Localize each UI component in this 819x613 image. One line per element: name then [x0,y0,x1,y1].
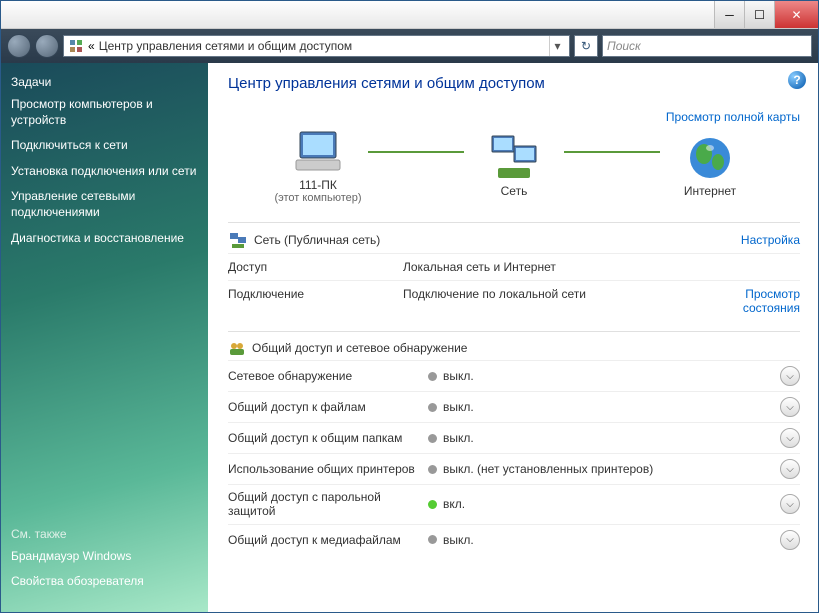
chevron-down-icon: ⌵ [786,433,794,444]
back-button[interactable] [7,34,31,58]
sharing-row-status: выкл. [428,533,780,547]
pc-sub-label: (этот компьютер) [274,192,361,204]
address-dropdown-button[interactable]: ▾ [549,36,565,56]
globe-icon [684,134,736,182]
connection-label: Подключение [228,287,403,301]
access-row: Доступ Локальная сеть и Интернет [228,253,800,280]
sidebar-item-diagnose[interactable]: Диагностика и восстановление [11,231,198,247]
sharing-row-status: вкл. [428,497,780,511]
sharing-row: Общий доступ к файламвыкл. ⌵ [228,391,800,422]
search-input[interactable]: Поиск [602,35,812,57]
network-small-icon [228,231,248,249]
diagram-node-internet: Интернет [650,134,770,198]
view-status-link[interactable]: Просмотр состояния [743,287,800,315]
chevron-down-icon: ⌵ [786,499,794,510]
navigation-bar: « Центр управления сетями и общим доступ… [1,29,818,63]
internet-label: Интернет [684,184,736,198]
sharing-row-status: выкл. [428,400,780,414]
location-icon [68,38,84,54]
tasks-header: Задачи [11,75,198,89]
sharing-row: Общий доступ с парольной защитойвкл. ⌵ [228,484,800,524]
chevron-down-icon: ⌵ [786,534,794,545]
sharing-row-label: Общий доступ к общим папкам [228,431,428,445]
sidebar-item-view-computers[interactable]: Просмотр компьютеров и устройств [11,97,198,128]
access-label: Доступ [228,260,403,274]
body: Задачи Просмотр компьютеров и устройств … [1,63,818,612]
connection-row: Подключение Подключение по локальной сет… [228,280,800,321]
see-also-header: См. также [11,527,198,541]
sharing-row: Общий доступ к общим папкамвыкл. ⌵ [228,422,800,453]
view-full-map-link[interactable]: Просмотр полной карты [666,110,800,124]
diagram-node-pc: 111-ПК (этот компьютер) [258,128,378,204]
sharing-icon [228,340,246,356]
sharing-row: Сетевое обнаружениевыкл. ⌵ [228,360,800,391]
sharing-row: Использование общих принтероввыкл. (нет … [228,453,800,484]
expand-button[interactable]: ⌵ [780,459,800,479]
sidebar-item-setup-connection[interactable]: Установка подключения или сети [11,164,198,180]
address-bar[interactable]: « Центр управления сетями и общим доступ… [63,35,570,57]
chevron-down-icon: ⌵ [786,464,794,475]
sharing-row-status: выкл. (нет установленных принтеров) [428,462,780,476]
expand-button[interactable]: ⌵ [780,366,800,386]
sharing-section-title: Общий доступ и сетевое обнаружение [252,341,467,355]
chevron-down-icon: ⌵ [786,402,794,413]
sharing-row-status: выкл. [428,369,780,383]
breadcrumb: Центр управления сетями и общим доступом [99,39,545,53]
content-area: ? Центр управления сетями и общим доступ… [208,63,818,612]
network-diagram: 111-ПК (этот компьютер) Сеть Интернет [228,128,800,212]
pc-name-label: 111-ПК [299,178,337,192]
sharing-row-label: Сетевое обнаружение [228,369,428,383]
network-label: Сеть [501,184,528,198]
sharing-section: Общий доступ и сетевое обнаружение Сетев… [228,331,800,555]
page-title: Центр управления сетями и общим доступом [228,75,800,92]
breadcrumb-prefix: « [88,39,95,53]
sidebar-item-internet-options[interactable]: Свойства обозревателя [11,574,198,590]
status-dot-icon [428,465,437,474]
maximize-button[interactable]: ☐ [744,1,774,28]
status-dot-icon [428,500,437,509]
sidebar-item-connect[interactable]: Подключиться к сети [11,138,198,154]
sharing-row-label: Общий доступ к медиафайлам [228,533,428,547]
access-value: Локальная сеть и Интернет [403,260,710,274]
expand-button[interactable]: ⌵ [780,397,800,417]
computer-icon [290,128,346,176]
sidebar-item-firewall[interactable]: Брандмауэр Windows [11,549,198,565]
forward-button[interactable] [35,34,59,58]
connector-line [368,151,464,153]
window-frame: ─ ☐ ✕ « Центр управления сетями и общим … [0,0,819,613]
connection-value: Подключение по локальной сети [403,287,710,301]
help-icon[interactable]: ? [788,71,806,89]
network-icon [486,134,542,182]
sidebar-item-manage-connections[interactable]: Управление сетевыми подключениями [11,189,198,220]
status-dot-icon [428,535,437,544]
expand-button[interactable]: ⌵ [780,428,800,448]
titlebar: ─ ☐ ✕ [1,1,818,29]
chevron-down-icon: ⌵ [786,371,794,382]
connector-line [564,151,660,153]
configure-link[interactable]: Настройка [741,233,800,247]
refresh-button[interactable]: ↻ [574,35,598,57]
expand-button[interactable]: ⌵ [780,494,800,514]
status-dot-icon [428,403,437,412]
close-button[interactable]: ✕ [774,1,818,28]
status-dot-icon [428,372,437,381]
expand-button[interactable]: ⌵ [780,530,800,550]
sharing-row-label: Общий доступ с парольной защитой [228,490,428,519]
sidebar: Задачи Просмотр компьютеров и устройств … [1,63,208,612]
sharing-row-label: Использование общих принтеров [228,462,428,476]
sharing-row-label: Общий доступ к файлам [228,400,428,414]
status-dot-icon [428,434,437,443]
sharing-row: Общий доступ к медиафайламвыкл. ⌵ [228,524,800,555]
network-section-title: Сеть (Публичная сеть) [254,233,380,247]
network-section: Сеть (Публичная сеть) Настройка Доступ Л… [228,222,800,321]
diagram-node-network: Сеть [454,134,574,198]
minimize-button[interactable]: ─ [714,1,744,28]
sharing-row-status: выкл. [428,431,780,445]
